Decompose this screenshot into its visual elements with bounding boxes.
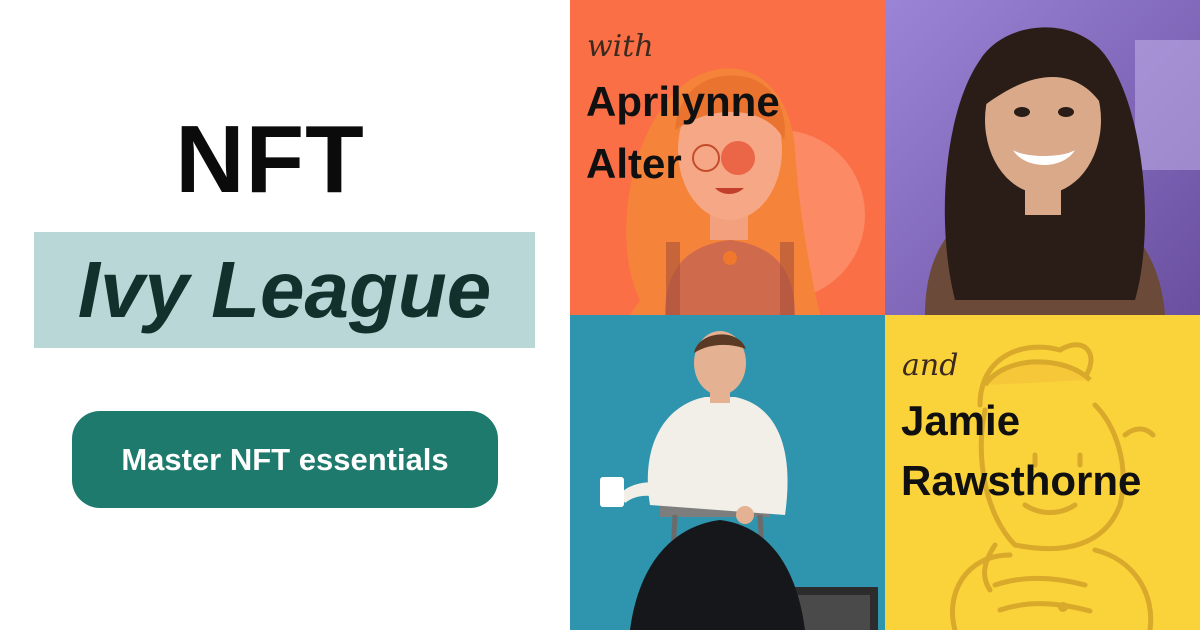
headline-highlight-box: Ivy League <box>34 232 535 348</box>
host-aprilynne-tile: with Aprilynne Alter <box>570 0 885 315</box>
and-label: and <box>902 348 959 383</box>
jamie-photo-image <box>570 315 885 630</box>
host2-last-name: Rawsthorne <box>901 457 1142 504</box>
promo-panel: NFT Ivy League Master NFT essentials <box>0 0 570 630</box>
jamie-photo <box>570 315 885 630</box>
host1-last-name: Alter <box>586 140 682 187</box>
headline-ivy-league: Ivy League <box>77 245 492 334</box>
aprilynne-photo-image <box>885 0 1200 315</box>
with-label: with <box>587 29 654 64</box>
headline-nft: NFT <box>175 106 365 213</box>
aprilynne-photo <box>885 0 1200 315</box>
master-nft-essentials-button[interactable]: Master NFT essentials <box>72 411 498 508</box>
host2-first-name: Jamie <box>901 397 1021 444</box>
host-jamie-tile: and Jamie Rawsthorne <box>885 315 1200 630</box>
host1-first-name: Aprilynne <box>586 78 780 125</box>
